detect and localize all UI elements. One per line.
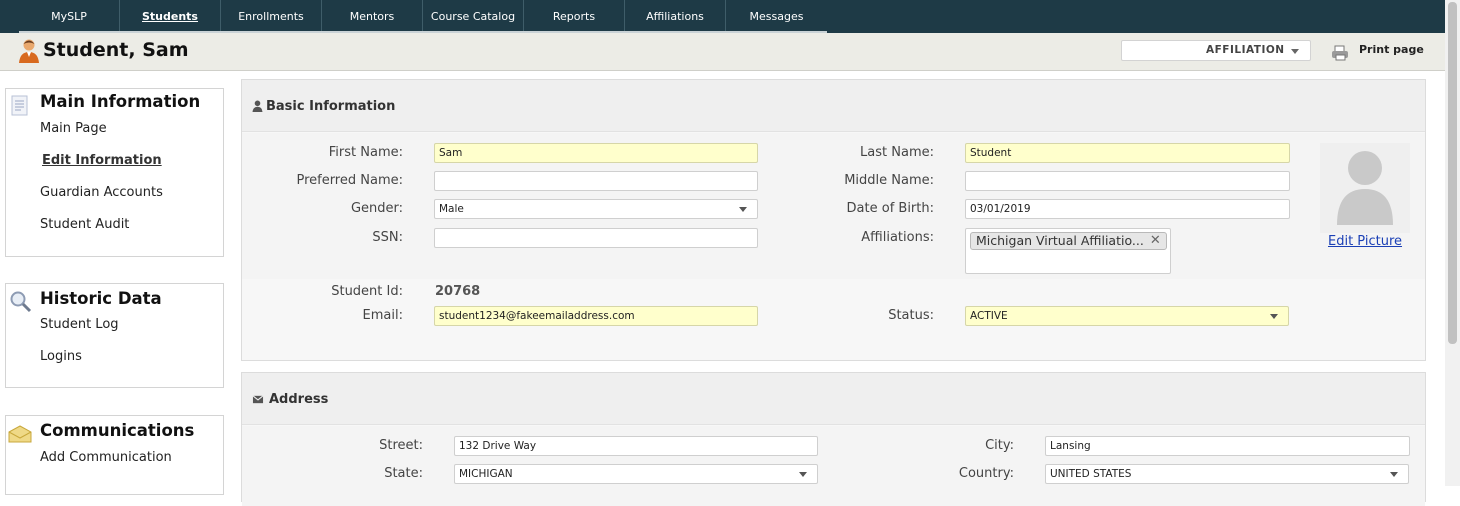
print-page-link[interactable]: Print page bbox=[1359, 43, 1424, 56]
page-title: Student, Sam bbox=[43, 39, 189, 61]
affiliation-tag-label: Michigan Virtual Affiliatio... bbox=[976, 233, 1144, 248]
dob-field[interactable]: 03/01/2019 bbox=[965, 199, 1290, 219]
middle-name-label: Middle Name: bbox=[844, 173, 934, 188]
last-name-field[interactable]: Student bbox=[965, 143, 1290, 163]
state-select[interactable]: MICHIGAN bbox=[454, 464, 818, 484]
middle-name-field[interactable] bbox=[965, 171, 1290, 191]
sidebar-communications: Communications Add Communication bbox=[5, 415, 224, 495]
state-label: State: bbox=[384, 466, 423, 481]
city-field[interactable]: Lansing bbox=[1045, 436, 1410, 456]
panel-header: Address bbox=[242, 373, 1425, 425]
panel-title: Basic Information bbox=[266, 99, 396, 114]
state-value: MICHIGAN bbox=[459, 468, 513, 480]
country-select[interactable]: UNITED STATES bbox=[1045, 464, 1409, 484]
sidebar-item-edit-information[interactable]: Edit Information bbox=[42, 153, 162, 168]
card-title: Main Information bbox=[40, 92, 201, 111]
chevron-down-icon bbox=[1270, 314, 1278, 319]
status-value: ACTIVE bbox=[970, 310, 1008, 322]
card-title: Historic Data bbox=[40, 289, 162, 308]
affiliation-select[interactable]: AFFILIATION bbox=[1121, 40, 1311, 61]
top-nav: MySLP Students Enrollments Mentors Cours… bbox=[0, 0, 1445, 33]
envelope-icon bbox=[8, 425, 32, 443]
tab-myslp[interactable]: MySLP bbox=[19, 0, 120, 33]
student-id-value: 20768 bbox=[435, 284, 481, 299]
chevron-down-icon bbox=[799, 472, 807, 477]
panel-title: Address bbox=[269, 392, 329, 407]
sidebar-item-logins[interactable]: Logins bbox=[40, 349, 82, 364]
sidebar-item-main-page[interactable]: Main Page bbox=[40, 121, 107, 136]
tab-students[interactable]: Students bbox=[120, 0, 221, 33]
chevron-down-icon bbox=[1291, 49, 1299, 54]
close-icon[interactable]: ✕ bbox=[1150, 233, 1161, 249]
magnifier-icon bbox=[10, 291, 32, 313]
preferred-name-label: Preferred Name: bbox=[296, 173, 403, 188]
affiliations-field[interactable]: Michigan Virtual Affiliatio... ✕ bbox=[965, 228, 1171, 274]
user-icon bbox=[252, 100, 263, 112]
affiliation-select-label: AFFILIATION bbox=[1206, 44, 1285, 56]
street-label: Street: bbox=[379, 438, 423, 453]
affiliation-tag: Michigan Virtual Affiliatio... ✕ bbox=[970, 232, 1167, 250]
tab-course-catalog[interactable]: Course Catalog bbox=[423, 0, 524, 33]
avatar-placeholder-icon bbox=[1337, 151, 1393, 225]
status-select[interactable]: ACTIVE bbox=[965, 306, 1289, 326]
country-label: Country: bbox=[958, 466, 1014, 481]
sidebar-item-student-audit[interactable]: Student Audit bbox=[40, 217, 129, 232]
affiliations-label: Affiliations: bbox=[861, 230, 934, 245]
student-id-label: Student Id: bbox=[331, 284, 403, 299]
printer-icon[interactable] bbox=[1331, 45, 1351, 61]
city-label: City: bbox=[985, 438, 1014, 453]
gender-select[interactable]: Male bbox=[434, 199, 758, 219]
tab-mentors[interactable]: Mentors bbox=[322, 0, 423, 33]
sidebar-item-student-log[interactable]: Student Log bbox=[40, 317, 119, 332]
country-value: UNITED STATES bbox=[1050, 468, 1132, 480]
status-label: Status: bbox=[888, 308, 934, 323]
envelope-icon bbox=[252, 395, 264, 404]
card-title: Communications bbox=[40, 421, 195, 440]
sidebar-historic-data: Historic Data Student Log Logins bbox=[5, 283, 224, 388]
edit-picture-link[interactable]: Edit Picture bbox=[1328, 234, 1402, 249]
street-field[interactable]: 132 Drive Way bbox=[454, 436, 818, 456]
first-name-label: First Name: bbox=[328, 145, 403, 160]
avatar bbox=[1320, 143, 1410, 233]
ssn-label: SSN: bbox=[372, 230, 403, 245]
student-person-icon bbox=[19, 39, 39, 63]
ssn-field[interactable] bbox=[434, 228, 758, 248]
sidebar-item-guardian-accounts[interactable]: Guardian Accounts bbox=[40, 185, 163, 200]
chevron-down-icon bbox=[739, 207, 747, 212]
last-name-label: Last Name: bbox=[860, 145, 934, 160]
dob-label: Date of Birth: bbox=[846, 201, 934, 216]
preferred-name-field[interactable] bbox=[434, 171, 758, 191]
scrollbar-thumb[interactable] bbox=[1448, 2, 1457, 344]
email-field[interactable]: student1234@fakeemailaddress.com bbox=[434, 306, 758, 326]
sidebar-item-add-communication[interactable]: Add Communication bbox=[40, 450, 172, 465]
tab-affiliations[interactable]: Affiliations bbox=[625, 0, 726, 33]
tab-messages[interactable]: Messages bbox=[726, 0, 827, 33]
panel-header: Basic Information bbox=[242, 80, 1425, 132]
tab-enrollments[interactable]: Enrollments bbox=[221, 0, 322, 33]
first-name-field[interactable]: Sam bbox=[434, 143, 758, 163]
document-icon bbox=[11, 95, 28, 116]
gender-label: Gender: bbox=[350, 201, 403, 216]
email-label: Email: bbox=[362, 308, 403, 323]
gender-value: Male bbox=[439, 203, 464, 215]
chevron-down-icon bbox=[1390, 472, 1398, 477]
page-header: Student, Sam AFFILIATION Print page bbox=[0, 33, 1445, 71]
tab-reports[interactable]: Reports bbox=[524, 0, 625, 33]
page-scrollbar[interactable] bbox=[1445, 0, 1460, 486]
sidebar-main-information: Main Information Main Page Edit Informat… bbox=[5, 88, 224, 257]
